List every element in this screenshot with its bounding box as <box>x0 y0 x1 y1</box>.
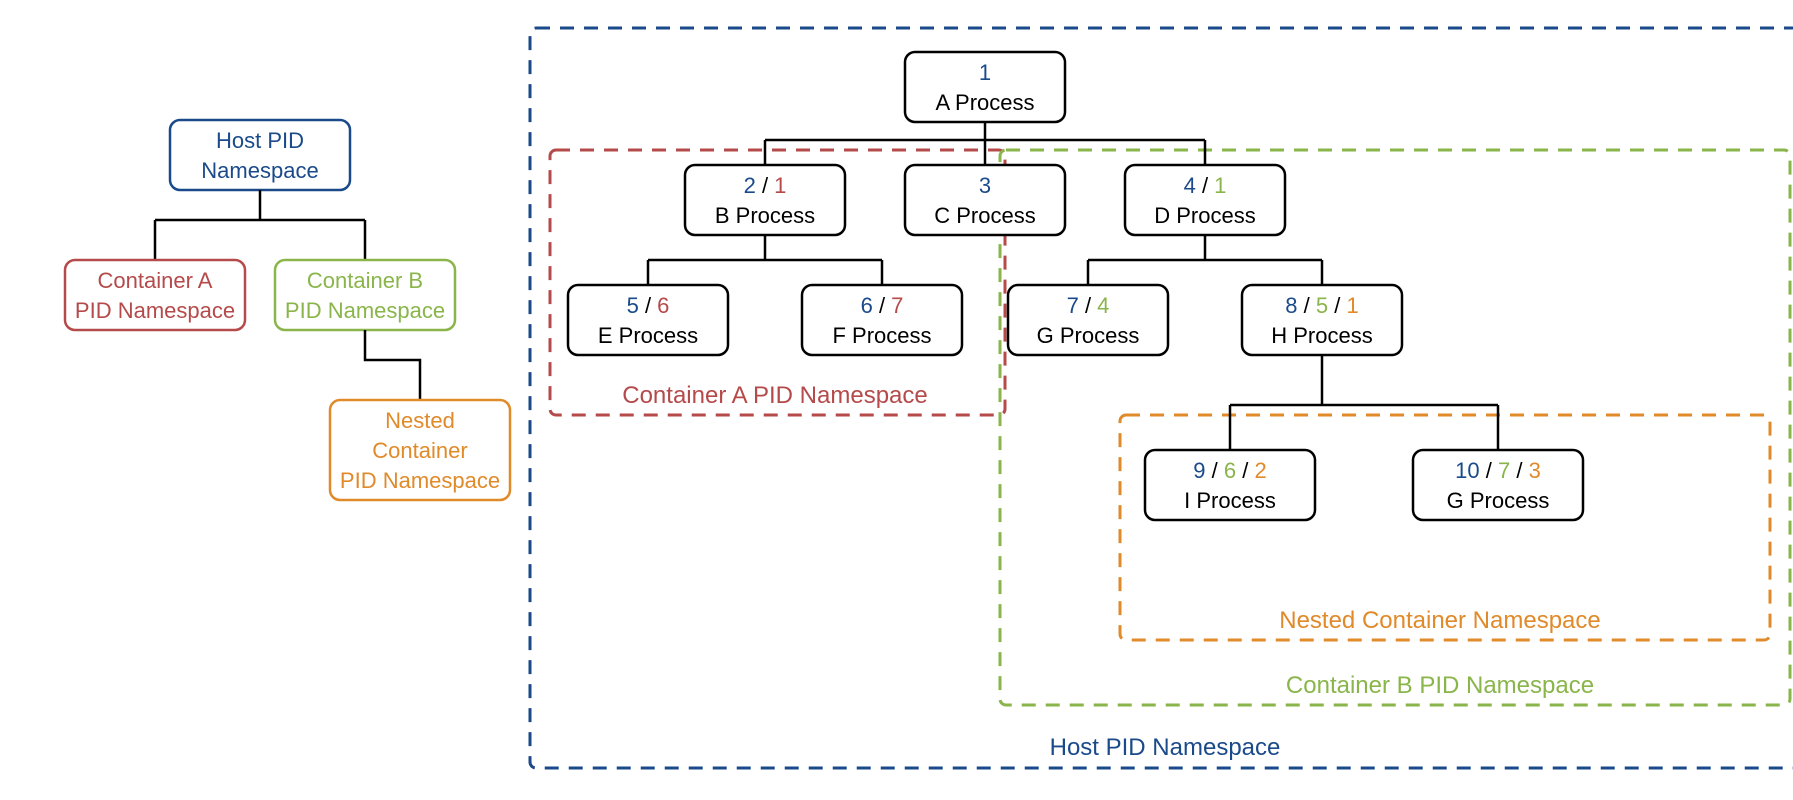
ca-ns-l2: PID Namespace <box>75 298 235 323</box>
cb-ns-l1: Container B <box>307 268 423 293</box>
host-ns-l1: Host PID <box>216 128 304 153</box>
proc-G: 7 / 4 G Process <box>1008 285 1168 355</box>
nc-ns-label: Nested Container Namespace <box>1279 607 1601 634</box>
ca-ns-l1: Container A <box>98 268 213 293</box>
svg-text:2 / 1: 2 / 1 <box>744 173 787 198</box>
proc-A: 1 A Process <box>905 52 1065 122</box>
svg-text:E Process: E Process <box>598 323 698 348</box>
svg-text:8 / 5 / 1: 8 / 5 / 1 <box>1285 293 1358 318</box>
svg-text:D Process: D Process <box>1154 203 1255 228</box>
proc-B: 2 / 1 B Process <box>685 165 845 235</box>
svg-text:F Process: F Process <box>832 323 931 348</box>
nc-ns-l2: Container <box>372 438 467 463</box>
host-ns-label: Host PID Namespace <box>1050 734 1281 761</box>
svg-text:H Process: H Process <box>1271 323 1372 348</box>
proc-E: 5 / 6 E Process <box>568 285 728 355</box>
proc-C: 3 C Process <box>905 165 1065 235</box>
diagram-svg: Host PID Namespace Container A PID Names… <box>20 20 1793 780</box>
cb-ns-label: Container B PID Namespace <box>1286 672 1594 699</box>
svg-text:1: 1 <box>979 60 991 85</box>
svg-text:9 / 6 / 2: 9 / 6 / 2 <box>1193 458 1266 483</box>
proc-H: 8 / 5 / 1 H Process <box>1242 285 1402 355</box>
proc-D: 4 / 1 D Process <box>1125 165 1285 235</box>
svg-text:G Process: G Process <box>1037 323 1140 348</box>
svg-text:B Process: B Process <box>715 203 815 228</box>
nc-ns-l1: Nested <box>385 408 455 433</box>
svg-text:A Process: A Process <box>935 90 1034 115</box>
svg-text:5 / 6: 5 / 6 <box>627 293 670 318</box>
nc-ns-l3: PID Namespace <box>340 468 500 493</box>
svg-text:6 / 7: 6 / 7 <box>861 293 904 318</box>
proc-F: 6 / 7 F Process <box>802 285 962 355</box>
ca-ns-label: Container A PID Namespace <box>622 382 928 409</box>
host-ns-l2: Namespace <box>201 158 318 183</box>
cb-ns-l2: PID Namespace <box>285 298 445 323</box>
left-tree: Host PID Namespace Container A PID Names… <box>65 120 510 500</box>
svg-text:G Process: G Process <box>1447 488 1550 513</box>
svg-text:C Process: C Process <box>934 203 1035 228</box>
proc-I: 9 / 6 / 2 I Process <box>1145 450 1315 520</box>
svg-text:10 / 7 / 3: 10 / 7 / 3 <box>1455 458 1541 483</box>
proc-J: 10 / 7 / 3 G Process <box>1413 450 1583 520</box>
svg-text:I Process: I Process <box>1184 488 1276 513</box>
svg-text:7 / 4: 7 / 4 <box>1067 293 1110 318</box>
right-diagram: Host PID Namespace Container A PID Names… <box>530 28 1793 768</box>
svg-text:3: 3 <box>979 173 991 198</box>
svg-text:4 / 1: 4 / 1 <box>1184 173 1227 198</box>
